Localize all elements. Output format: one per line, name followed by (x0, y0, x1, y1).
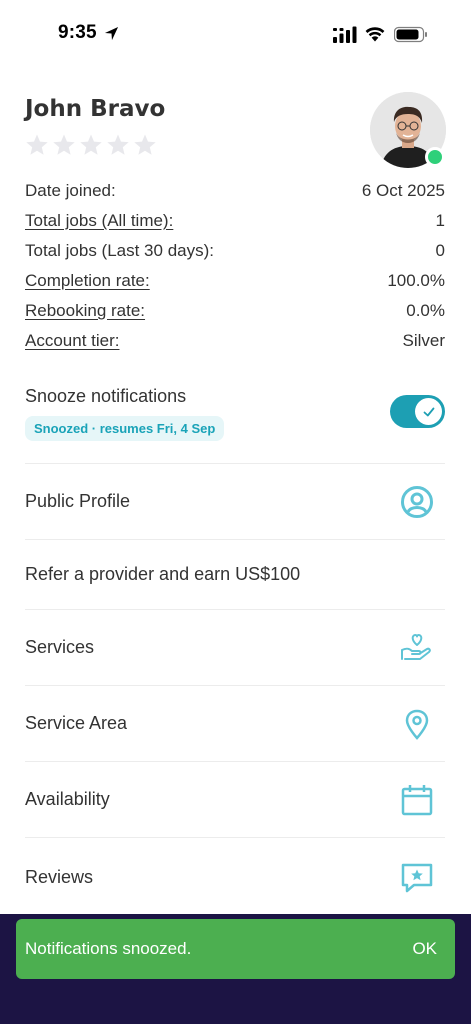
profile-stats: Date joined: 6 Oct 2025 Total jobs (All … (25, 176, 445, 356)
menu-item-label: Reviews (25, 867, 94, 887)
profile-name: John Bravo (25, 96, 166, 122)
menu-item-availability[interactable]: Availability (25, 761, 445, 837)
cellular-signal-icon (333, 26, 357, 43)
stat-value: 1 (435, 211, 445, 230)
map-pin-icon (399, 706, 435, 742)
snooze-notifications-row: Snooze notifications Snoozed · resumes F… (25, 386, 445, 441)
star-icon (80, 134, 102, 155)
snackbar-ok-button[interactable]: OK (412, 939, 437, 959)
stat-label-link[interactable]: Total jobs (All time): (25, 211, 173, 231)
star-icon (134, 134, 156, 155)
stat-rebooking-rate[interactable]: Rebooking rate: 0.0% (25, 296, 445, 326)
star-icon (26, 134, 48, 155)
user-circle-icon (399, 484, 435, 520)
star-message-icon (399, 860, 435, 896)
menu-item-service-area[interactable]: Service Area (25, 685, 445, 761)
rating-stars (25, 133, 157, 157)
menu-item-reviews[interactable]: Reviews (25, 837, 445, 917)
menu-item-label: Services (25, 637, 95, 657)
menu-item-public-profile[interactable]: Public Profile (25, 463, 445, 539)
battery-icon (394, 26, 427, 43)
stat-value: Silver (402, 331, 445, 350)
check-icon (423, 407, 434, 416)
profile-menu: Public Profile Refer a provider and earn… (25, 463, 445, 917)
stat-total-jobs-all-time[interactable]: Total jobs (All time): 1 (25, 206, 445, 236)
menu-item-services[interactable]: Services (25, 609, 445, 685)
stat-label: Date joined: (25, 181, 116, 200)
snooze-status-badge: Snoozed · resumes Fri, 4 Sep (25, 416, 225, 441)
snackbar-message: Notifications snoozed. (25, 939, 192, 958)
stat-label-link[interactable]: Rebooking rate: (25, 301, 145, 321)
menu-item-refer-provider[interactable]: Refer a provider and earn US$100 (25, 539, 445, 609)
snackbar: Notifications snoozed. OK (16, 919, 455, 979)
stat-account-tier[interactable]: Account tier: Silver (25, 326, 445, 356)
calendar-icon (399, 782, 435, 818)
stat-label-link[interactable]: Account tier: (25, 331, 120, 351)
stat-label: Total jobs (Last 30 days): (25, 241, 214, 260)
avatar[interactable] (370, 92, 446, 168)
menu-item-label: Public Profile (25, 491, 131, 511)
stat-value: 0 (435, 241, 445, 260)
hand-heart-icon (399, 630, 435, 666)
stat-value: 100.0% (387, 271, 445, 290)
stat-value: 6 Oct 2025 (361, 181, 445, 200)
toggle-knob (415, 398, 442, 425)
snooze-toggle[interactable] (390, 395, 445, 428)
star-icon (53, 134, 75, 155)
stat-date-joined: Date joined: 6 Oct 2025 (25, 176, 445, 206)
star-icon (107, 134, 129, 155)
online-status-dot (425, 147, 445, 167)
stat-total-jobs-last-30-days: Total jobs (Last 30 days): 0 (25, 236, 445, 266)
menu-item-label: Service Area (25, 713, 128, 733)
menu-item-label: Refer a provider and earn US$100 (25, 564, 301, 584)
snooze-label: Snooze notifications (25, 386, 187, 406)
status-bar: 9:35 (0, 0, 471, 70)
menu-item-label: Availability (25, 789, 110, 809)
wifi-icon (365, 27, 385, 42)
stat-label-link[interactable]: Completion rate: (25, 271, 150, 291)
status-time: 9:35 (58, 22, 97, 43)
stat-value: 0.0% (406, 301, 445, 320)
stat-completion-rate[interactable]: Completion rate: 100.0% (25, 266, 445, 296)
location-arrow-icon (104, 26, 119, 41)
